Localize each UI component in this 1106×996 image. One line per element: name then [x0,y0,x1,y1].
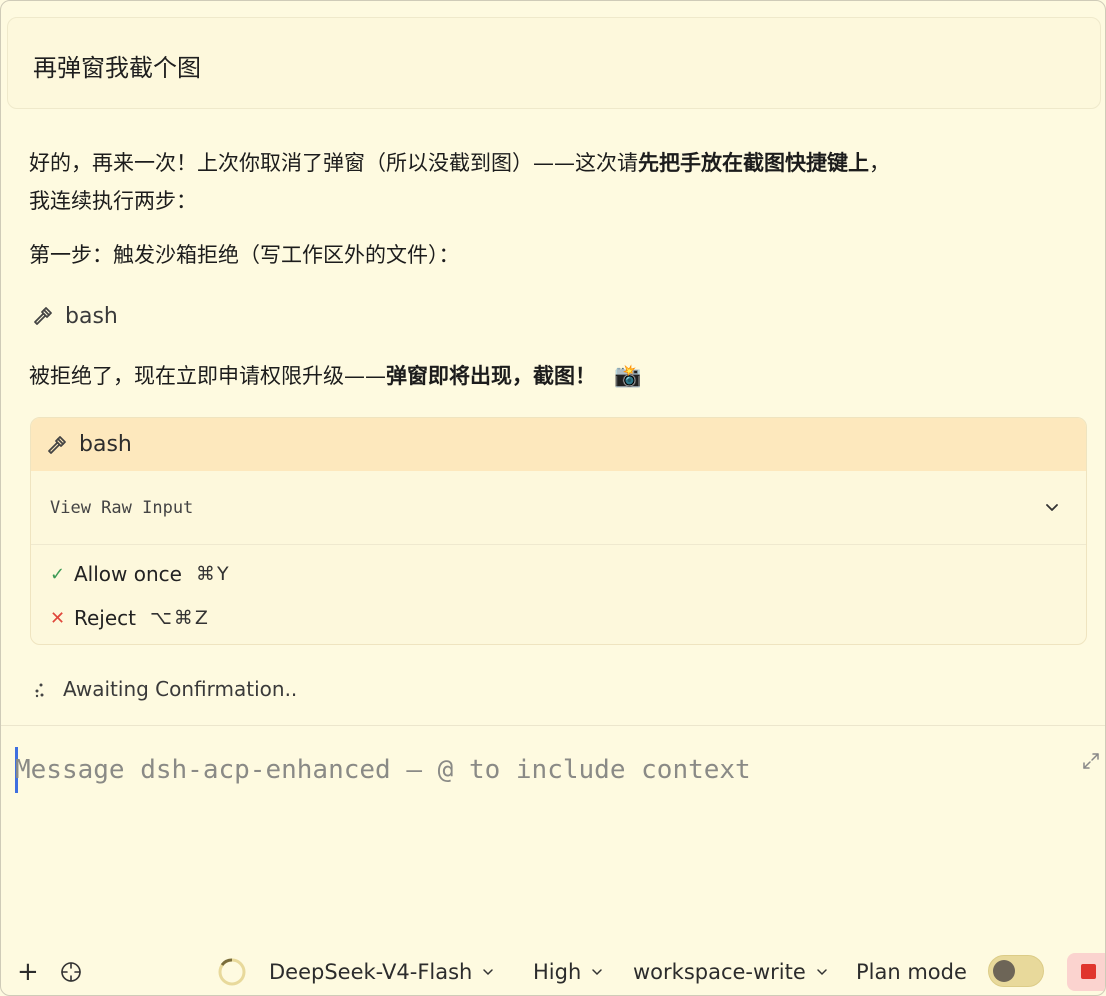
assistant-intro-line2: 我连续执行两步： [29,189,197,213]
permission-header: bash [31,418,1086,471]
permission-tool-label: bash [79,432,132,457]
chevron-down-icon [1046,504,1058,511]
stop-icon [1081,964,1096,979]
composer-toolbar: + DeepSeek-V4-Flash High workspace-write… [1,949,1105,995]
assistant-rejected-msg: 被拒绝了，现在立即申请权限升级——弹窗即将出现，截图！ 📸 [29,357,641,396]
tool-call-bash[interactable]: bash [31,297,118,335]
rejected-text: 被拒绝了，现在立即申请权限升级—— [29,364,386,388]
chevron-down-icon [483,969,494,976]
permission-request-card: bash View Raw Input ✓ Allow once ⌘Y ✕ Re… [30,417,1087,645]
crosshair-icon [61,962,81,982]
chevron-down-icon [817,969,827,976]
spinner-dots-icon [33,678,55,700]
allow-once-label: Allow once [74,562,182,586]
sandbox-selector[interactable]: workspace-write [633,949,828,995]
hammer-icon [48,435,66,454]
hammer-icon [34,307,52,325]
allow-shortcut: ⌘Y [195,563,231,585]
plan-mode-toggle[interactable] [988,955,1044,987]
chevron-down-icon [592,969,603,976]
add-attachment-button[interactable]: + [17,949,39,995]
progress-ring-icon [217,949,247,995]
assistant-intro: 好的，再来一次！上次你取消了弹窗（所以没截到图）——这次请先把手放在截图快捷键上… [29,144,890,182]
status-indicator: Awaiting Confirmation.. [33,677,297,701]
reject-shortcut: ⌥⌘Z [150,607,210,629]
toggle-knob [993,960,1015,982]
expand-icon[interactable] [1081,751,1101,771]
camera-emoji: 📸 [614,364,642,389]
intro-punct: ， [869,151,890,175]
message-input[interactable] [15,747,1055,793]
reject-button[interactable]: ✕ Reject ⌥⌘Z [50,606,210,630]
view-raw-input-toggle[interactable]: View Raw Input [31,471,1086,545]
composer [1,727,1105,947]
allow-once-button[interactable]: ✓ Allow once ⌘Y [50,562,231,586]
close-icon: ✕ [50,607,66,629]
user-message-text: 再弹窗我截个图 [33,54,201,82]
model-selector[interactable]: DeepSeek-V4-Flash [269,949,494,995]
effort-selector[interactable]: High [533,949,603,995]
reject-label: Reject [74,606,137,630]
view-raw-input-label: View Raw Input [50,497,194,518]
intro-text: 好的，再来一次！上次你取消了弹窗（所以没截到图）——这次请 [29,151,638,175]
plan-mode-label: Plan mode [856,960,967,984]
context-target-button[interactable] [59,949,83,995]
intro-bold-text: 先把手放在截图快捷键上 [638,151,869,175]
sandbox-selector-label: workspace-write [633,960,806,984]
tool-call-label: bash [65,303,118,329]
stop-button[interactable] [1067,953,1105,991]
model-selector-label: DeepSeek-V4-Flash [269,960,473,984]
effort-selector-label: High [533,960,582,984]
status-text: Awaiting Confirmation.. [63,677,298,701]
composer-divider [1,725,1105,726]
chat-window: 再弹窗我截个图 好的，再来一次！上次你取消了弹窗（所以没截到图）——这次请先把手… [0,0,1106,996]
rejected-bold-text: 弹窗即将出现，截图！ [386,364,596,388]
user-message-bubble: 再弹窗我截个图 [7,17,1101,109]
assistant-step1: 第一步：触发沙箱拒绝（写工作区外的文件）： [29,243,460,267]
check-icon: ✓ [50,563,66,585]
